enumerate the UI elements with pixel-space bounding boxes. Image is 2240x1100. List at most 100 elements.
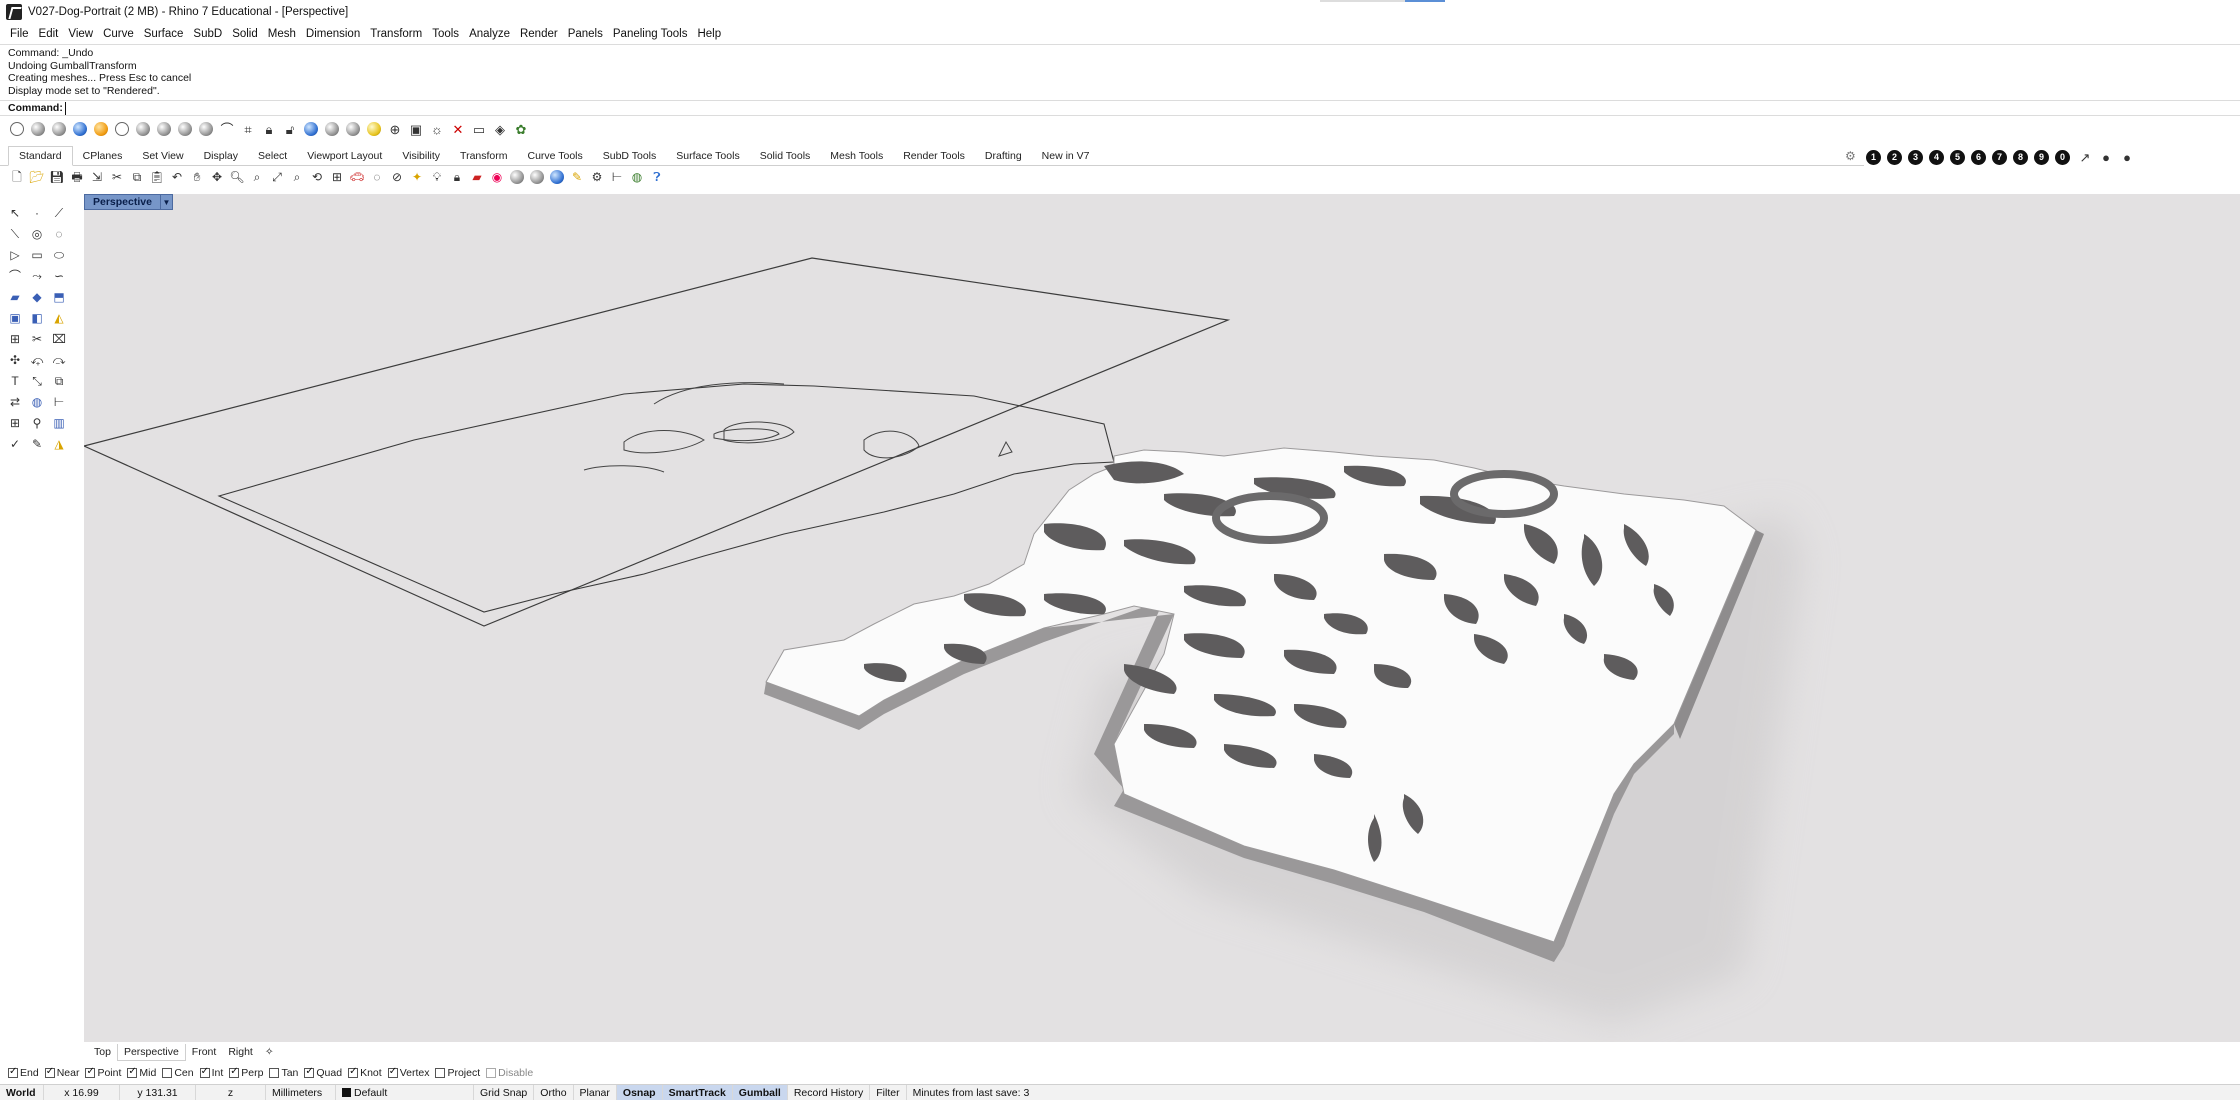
menu-solid[interactable]: Solid xyxy=(228,28,264,40)
checkbox-box[interactable] xyxy=(348,1066,359,1078)
tab-transform[interactable]: Transform xyxy=(450,147,517,165)
menu-surface[interactable]: Surface xyxy=(140,28,190,40)
render-sphere-icon[interactable] xyxy=(344,120,362,138)
group-icon[interactable]: ◍ xyxy=(28,393,46,411)
menu-view[interactable]: View xyxy=(64,28,99,40)
osnap-end-checkbox[interactable]: End xyxy=(8,1066,39,1079)
trim-icon[interactable]: ⌧ xyxy=(50,330,68,348)
copy-icon[interactable]: ⧉ xyxy=(128,168,146,186)
number-6-icon[interactable]: 6 xyxy=(1971,149,1986,165)
pan-icon[interactable]: ✋︎ xyxy=(188,168,206,186)
checkbox-box[interactable] xyxy=(486,1068,497,1078)
car-icon[interactable]: 🚗︎ xyxy=(348,168,366,186)
osnap-tan-checkbox[interactable]: Tan xyxy=(269,1067,298,1079)
transform-icon[interactable]: ⇄ xyxy=(6,393,24,411)
light-bulb-icon[interactable]: 💡︎ xyxy=(428,168,446,186)
polyline-icon[interactable]: ⟋ xyxy=(50,204,68,222)
monochrome-sphere-icon[interactable] xyxy=(197,120,215,138)
cplane-icon[interactable]: ⊘ xyxy=(388,168,406,186)
material-icon[interactable] xyxy=(508,168,526,186)
command-history[interactable]: Command: _Undo Undoing GumballTransform … xyxy=(0,44,2240,100)
gear-icon[interactable]: ⚙ xyxy=(1845,149,1856,163)
grid-icon[interactable]: ⊞ xyxy=(6,414,24,432)
number-2-icon[interactable]: 2 xyxy=(1887,149,1902,165)
xray-sphere-icon[interactable] xyxy=(113,120,131,138)
tab-subd-tools[interactable]: SubD Tools xyxy=(593,147,667,165)
mesh-icon[interactable]: ⊞ xyxy=(6,330,24,348)
add-view-icon[interactable]: ✧ xyxy=(259,1044,280,1060)
print-icon[interactable]: 🖶 xyxy=(68,168,86,186)
unlock-icon[interactable]: 🔓︎ xyxy=(281,120,299,138)
select-icon[interactable]: ◌ xyxy=(368,168,386,186)
menu-transform[interactable]: Transform xyxy=(366,28,428,40)
number-1-icon[interactable]: 1 xyxy=(1866,149,1881,165)
solid-box-icon[interactable]: ▣ xyxy=(6,309,24,327)
ortho-toggle[interactable]: Ortho xyxy=(534,1084,574,1100)
checkbox-box[interactable] xyxy=(387,1066,398,1078)
number-4-icon[interactable]: 4 xyxy=(1929,149,1944,165)
layer-icon[interactable]: ▰ xyxy=(468,168,486,186)
undo-icon[interactable]: ↶ xyxy=(168,168,186,186)
checkbox-box[interactable] xyxy=(435,1068,446,1078)
save-icon[interactable]: 💾︎ xyxy=(48,168,66,186)
osnap-cen-checkbox[interactable]: Cen xyxy=(162,1067,194,1079)
checkbox-box[interactable] xyxy=(85,1066,96,1078)
command-input[interactable] xyxy=(64,101,465,115)
view-tab-top[interactable]: Top xyxy=(88,1044,117,1060)
menu-subd[interactable]: SubD xyxy=(189,28,228,40)
padlock-icon[interactable]: 🔒︎ xyxy=(448,168,466,186)
shade-toggle-icon[interactable] xyxy=(302,120,320,138)
render-preview-icon[interactable] xyxy=(528,168,546,186)
gumball-toggle[interactable]: Gumball xyxy=(732,1084,788,1100)
osnap-project-checkbox[interactable]: Project xyxy=(435,1067,480,1079)
tab-surface-tools[interactable]: Surface Tools xyxy=(666,147,749,165)
layer-indicator[interactable]: Default xyxy=(336,1084,474,1100)
loft-icon[interactable]: ⬒ xyxy=(50,288,68,306)
open-file-icon[interactable]: 📂︎ xyxy=(28,168,46,186)
tab-mesh-tools[interactable]: Mesh Tools xyxy=(820,147,893,165)
tab-select[interactable]: Select xyxy=(248,147,297,165)
checkbox-box[interactable] xyxy=(229,1066,240,1078)
offset-curve-icon[interactable]: ⤳ xyxy=(28,267,46,285)
wireframe-sphere-icon[interactable] xyxy=(8,120,26,138)
planar-toggle[interactable]: Planar xyxy=(574,1084,617,1100)
view-tab-front[interactable]: Front xyxy=(186,1044,223,1060)
osnap-disable-checkbox[interactable]: Disable xyxy=(486,1067,533,1079)
technical-sphere-icon[interactable] xyxy=(134,120,152,138)
tab-solid-tools[interactable]: Solid Tools xyxy=(750,147,821,165)
viewport-label[interactable]: Perspective ▼ xyxy=(84,194,173,210)
tab-render-tools[interactable]: Render Tools xyxy=(893,147,975,165)
tab-curve-tools[interactable]: Curve Tools xyxy=(518,147,593,165)
drafting-icon[interactable]: ✎ xyxy=(28,435,46,453)
fillet-curve-icon[interactable]: ⌒ xyxy=(6,267,24,285)
rendered-sphere-icon[interactable] xyxy=(71,120,89,138)
rebuild-icon[interactable]: ⤼ xyxy=(50,351,68,369)
tab-cplanes[interactable]: CPlanes xyxy=(73,147,133,165)
surface-icon[interactable]: ▰ xyxy=(6,288,24,306)
filter-toggle[interactable]: Filter xyxy=(870,1084,907,1100)
tab-new-in-v7[interactable]: New in V7 xyxy=(1032,147,1100,165)
osnap-toggle[interactable]: Osnap xyxy=(616,1084,663,1100)
delete-icon[interactable]: ✕ xyxy=(449,120,467,138)
dimension-icon[interactable]: ⊢ xyxy=(608,168,626,186)
check-icon[interactable]: ✓ xyxy=(6,435,24,453)
camera-icon[interactable]: ▣ xyxy=(407,120,425,138)
menu-tools[interactable]: Tools xyxy=(428,28,465,40)
osnap-knot-checkbox[interactable]: Knot xyxy=(348,1066,382,1079)
ellipse-icon[interactable]: ⬭ xyxy=(50,246,68,264)
sun-icon[interactable]: ☼ xyxy=(428,120,446,138)
checkbox-box[interactable] xyxy=(269,1068,280,1078)
osnap-quad-checkbox[interactable]: Quad xyxy=(304,1066,342,1079)
render-icon[interactable] xyxy=(548,168,566,186)
record-history-toggle[interactable]: Record History xyxy=(788,1084,871,1100)
array-icon[interactable]: ⧉ xyxy=(50,372,68,390)
monitor-icon[interactable]: ▭ xyxy=(470,120,488,138)
cplane-indicator[interactable]: World xyxy=(0,1084,44,1100)
checkbox-box[interactable] xyxy=(199,1066,210,1078)
number-5-icon[interactable]: 5 xyxy=(1950,149,1965,165)
shapes-icon[interactable]: ◈ xyxy=(491,120,509,138)
grid-snap-toggle[interactable]: Grid Snap xyxy=(474,1084,535,1100)
arc-icon[interactable]: ◌ xyxy=(50,225,68,243)
menu-paneling-tools[interactable]: Paneling Tools xyxy=(609,28,694,40)
rhino-app-icon[interactable] xyxy=(6,4,22,20)
